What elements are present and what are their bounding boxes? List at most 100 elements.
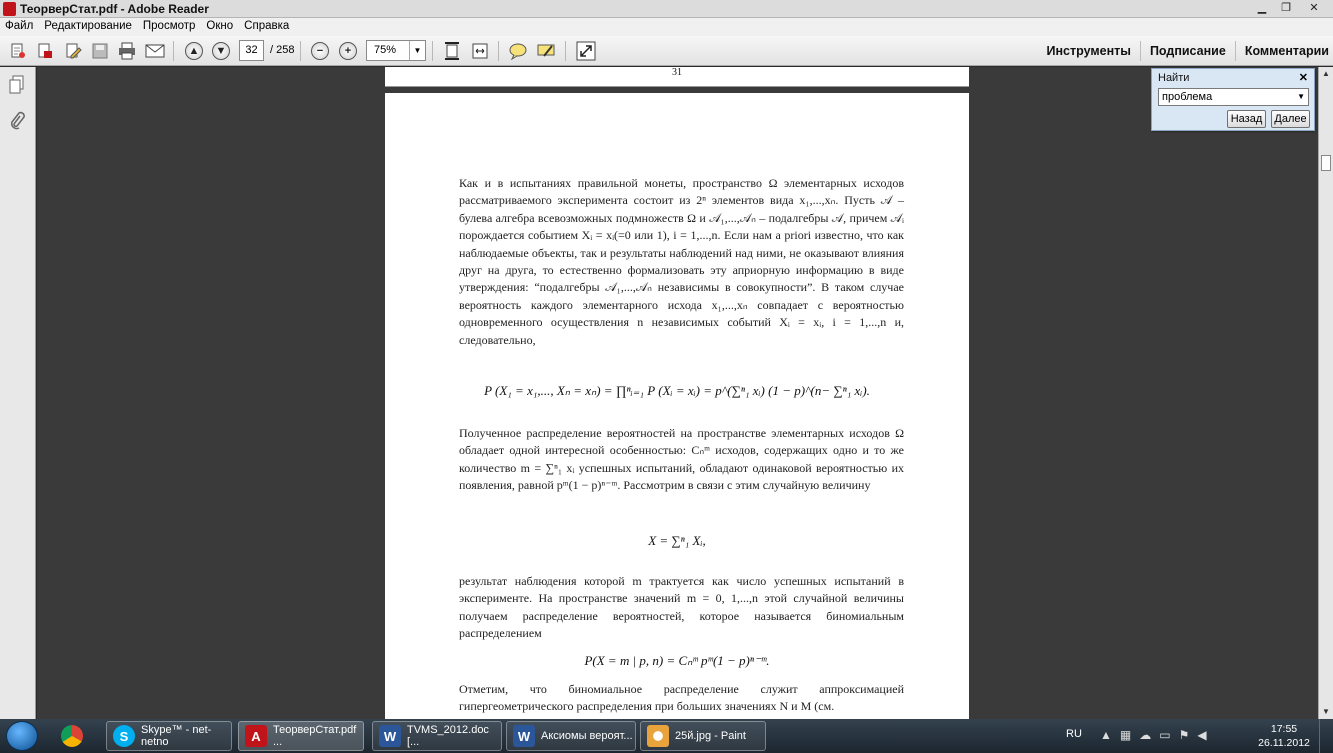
tools-link[interactable]: Инструменты — [1038, 41, 1140, 61]
start-button[interactable] — [6, 721, 38, 751]
find-panel: Найти ✕ проблема ▼ Назад Далее — [1151, 68, 1315, 131]
find-query: проблема — [1162, 91, 1213, 103]
plus-icon: + — [339, 42, 357, 60]
formula: P(X = m | p, n) = Cₙᵐ pᵐ(1 − p)ⁿ⁻ᵐ. — [584, 653, 770, 668]
system-clock[interactable]: 17:55 26.11.2012 — [1254, 722, 1314, 750]
taskbar-app-label: Skype™ - net-netno — [141, 724, 212, 748]
comment-icon[interactable] — [507, 40, 529, 62]
find-title: Найти — [1158, 72, 1190, 84]
create-pdf-icon[interactable] — [7, 40, 29, 62]
sign-link[interactable]: Подписание — [1139, 41, 1235, 61]
zoom-value: 75% — [374, 44, 397, 56]
task-pane-links: Инструменты Подписание Комментарии — [1038, 36, 1333, 66]
clock-date: 26.11.2012 — [1258, 737, 1310, 749]
find-previous-button[interactable]: Назад — [1227, 110, 1266, 128]
paragraph: Полученное распределение вероятностей на… — [459, 426, 904, 493]
zoom-in-button[interactable]: + — [337, 40, 359, 62]
toolbar-divider — [432, 41, 433, 61]
find-next-button[interactable]: Далее — [1271, 110, 1310, 128]
menu-file[interactable]: Файл — [0, 18, 39, 36]
word-axioms-taskbar-button[interactable]: W Аксиомы вероят... — [506, 721, 636, 751]
toolbar-divider — [300, 41, 301, 61]
zoom-select[interactable]: 75% ▼ — [366, 40, 426, 61]
page-number: 31 — [672, 67, 682, 78]
flag-icon[interactable]: ⚑ — [1179, 728, 1190, 742]
previous-page-button[interactable]: ▲ — [183, 40, 205, 62]
taskbar-app-label: ТеорверСтат.pdf ... — [273, 724, 357, 748]
page-number-input[interactable]: 32 — [239, 40, 264, 61]
fit-width-icon[interactable] — [469, 40, 491, 62]
paragraph: результат наблюдения которой m трактуетс… — [459, 574, 904, 641]
volume-icon[interactable]: ◀ — [1197, 728, 1206, 742]
tray-show-hidden-icon[interactable]: ▲ — [1100, 728, 1112, 742]
clock-time: 17:55 — [1270, 723, 1298, 735]
taskbar-app-label: TVMS_2012.doc [... — [407, 724, 489, 748]
close-icon[interactable]: ✕ — [1299, 71, 1308, 84]
print-icon[interactable] — [116, 40, 138, 62]
paragraph: Отметим, что биномиальное распределение … — [459, 682, 904, 714]
convert-pdf-icon[interactable] — [34, 40, 56, 62]
maximize-button[interactable]: ❐ — [1275, 1, 1297, 16]
menu-bar: Файл Редактирование Просмотр Окно Справк… — [0, 18, 1333, 36]
skype-icon: S — [113, 725, 135, 747]
highlight-icon[interactable] — [535, 40, 557, 62]
previous-page: 31 — [385, 67, 969, 87]
word-doc-taskbar-button[interactable]: W TVMS_2012.doc [... — [372, 721, 502, 751]
taskbar: S Skype™ - net-netno A ТеорверСтат.pdf .… — [0, 719, 1333, 753]
page-thumbnails-icon[interactable] — [8, 75, 26, 95]
menu-help[interactable]: Справка — [239, 18, 295, 36]
formula: P (X₁ = x₁,..., Xₙ = xₙ) = ∏ⁿᵢ₌₁ P (Xᵢ =… — [484, 383, 870, 398]
toolbar-divider — [173, 41, 174, 61]
full-screen-icon[interactable] — [575, 40, 597, 62]
pdf-page: Как и в испытаниях правильной монеты, пр… — [385, 93, 969, 719]
find-input[interactable]: проблема ▼ — [1158, 88, 1309, 106]
chevron-down-icon: ▼ — [409, 41, 425, 60]
page-total-label: / 258 — [270, 44, 295, 56]
taskbar-app-label: 25й.jpg - Paint — [675, 730, 746, 742]
system-tray: ▲ ▦ ☁ ▭ ⚑ ◀ — [1100, 728, 1207, 742]
chrome-icon — [61, 725, 83, 747]
paperclip-icon[interactable] — [8, 111, 26, 131]
scrollbar-thumb[interactable] — [1321, 155, 1331, 171]
window-title: ТеорверСтат.pdf - Adobe Reader — [20, 2, 209, 16]
comments-link[interactable]: Комментарии — [1234, 41, 1333, 61]
skype-taskbar-button[interactable]: S Skype™ - net-netno — [106, 721, 232, 751]
zoom-out-button[interactable]: − — [309, 40, 331, 62]
menu-edit[interactable]: Редактирование — [39, 18, 138, 36]
chrome-taskbar-button[interactable] — [55, 721, 93, 751]
vertical-scrollbar[interactable]: ▲ ▼ — [1318, 67, 1333, 719]
email-icon[interactable] — [144, 40, 166, 62]
arrow-down-icon: ▼ — [212, 42, 230, 60]
formula: X = ∑ⁿ₁ Xᵢ, — [648, 533, 706, 548]
word-icon: W — [513, 725, 535, 747]
scroll-up-icon[interactable]: ▲ — [1321, 69, 1331, 79]
toolbar-divider — [565, 41, 566, 61]
taskbar-app-label: Аксиомы вероят... — [541, 730, 633, 742]
fit-page-icon[interactable] — [441, 40, 463, 62]
network-icon[interactable]: ▦ — [1120, 728, 1131, 742]
scroll-down-icon[interactable]: ▼ — [1321, 707, 1331, 717]
close-button[interactable]: ✕ — [1299, 1, 1329, 16]
word-icon: W — [379, 725, 401, 747]
adobe-reader-icon: A — [245, 725, 267, 747]
menu-view[interactable]: Просмотр — [138, 18, 202, 36]
reader-taskbar-button[interactable]: A ТеорверСтат.pdf ... — [238, 721, 364, 751]
paragraph: Как и в испытаниях правильной монеты, пр… — [459, 176, 904, 347]
chevron-down-icon[interactable]: ▼ — [1297, 89, 1305, 105]
toolbar-divider — [498, 41, 499, 61]
paint-palette-icon — [647, 725, 669, 747]
save-icon[interactable] — [89, 40, 111, 62]
next-page-button[interactable]: ▼ — [210, 40, 232, 62]
minimize-button[interactable]: ▁ — [1251, 1, 1273, 16]
battery-icon[interactable]: ▭ — [1159, 728, 1170, 742]
edit-pdf-icon[interactable] — [62, 40, 84, 62]
document-area[interactable]: 31 Как и в испытаниях правильной монеты,… — [37, 67, 1318, 719]
title-bar: ТеорверСтат.pdf - Adobe Reader ▁ ❐ ✕ — [0, 0, 1333, 18]
language-indicator[interactable]: RU — [1066, 728, 1082, 740]
menu-window[interactable]: Окно — [201, 18, 239, 36]
paint-taskbar-button[interactable]: 25й.jpg - Paint — [640, 721, 766, 751]
navigation-pane — [0, 67, 36, 719]
chat-tray-icon[interactable]: ☁ — [1139, 728, 1151, 742]
adobe-reader-icon — [3, 2, 16, 16]
show-desktop-button[interactable] — [1319, 719, 1333, 753]
